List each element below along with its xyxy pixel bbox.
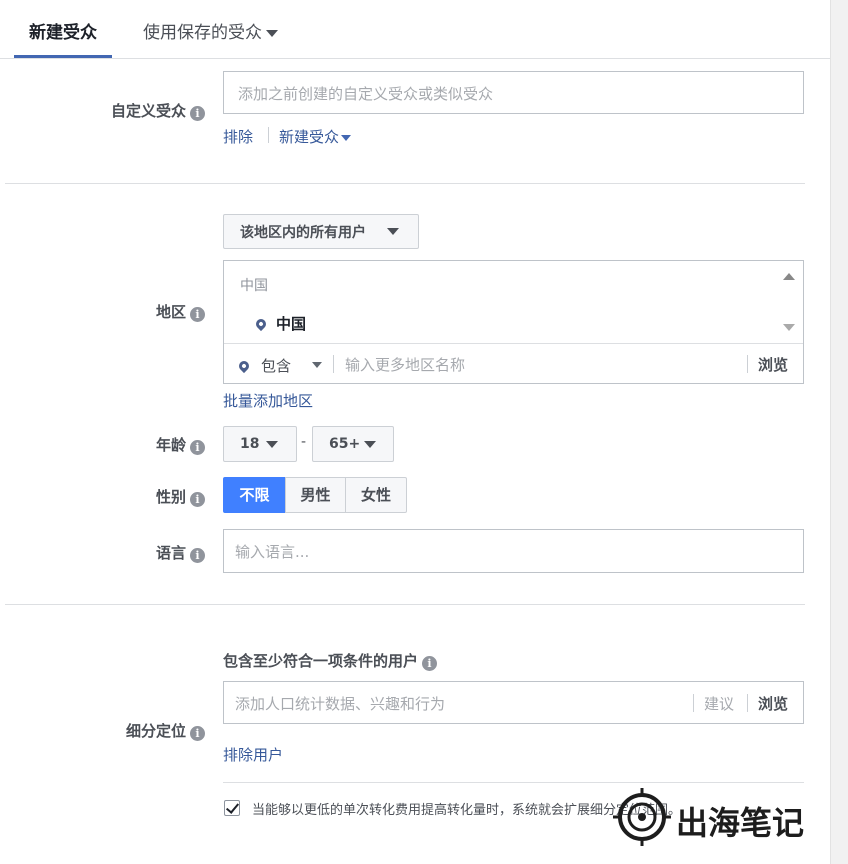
chevron-down-icon [387, 228, 399, 235]
info-icon[interactable]: i [190, 106, 205, 121]
gender-option-female[interactable]: 女性 [345, 477, 407, 513]
watermark-text: 出海笔记 [676, 804, 805, 842]
section-divider [223, 782, 804, 783]
chevron-down-icon [364, 441, 376, 448]
chevron-down-icon [266, 29, 278, 37]
selected-location-label: 中国 [276, 315, 307, 333]
separator [693, 694, 694, 712]
detailed-targeting-placeholder: 添加人口统计数据、兴趣和行为 [235, 695, 446, 713]
location-box: 中国 中国 包含 输入更多地区名称 浏览 [223, 260, 804, 384]
chevron-down-icon [266, 441, 278, 448]
separator [747, 355, 748, 373]
language-label: 语言 i [0, 542, 205, 563]
tab-saved-audience[interactable]: 使用保存的受众 [143, 18, 278, 58]
info-icon[interactable]: i [190, 548, 205, 563]
separator [747, 694, 748, 712]
location-pin-icon [253, 316, 269, 332]
page-scrollbar[interactable] [830, 0, 848, 864]
info-icon[interactable]: i [190, 492, 205, 507]
scroll-down-icon[interactable] [783, 324, 795, 331]
separator [333, 355, 334, 373]
info-icon[interactable]: i [190, 440, 205, 455]
compass-logo-icon [613, 788, 671, 846]
gender-option-all[interactable]: 不限 [223, 477, 286, 513]
info-icon[interactable]: i [190, 307, 205, 322]
separator [268, 127, 269, 143]
check-icon [225, 800, 240, 814]
exclude-people-link[interactable]: 排除用户 [223, 744, 283, 765]
custom-audience-input[interactable]: 添加之前创建的自定义受众或类似受众 [223, 71, 804, 114]
section-divider [5, 183, 805, 184]
age-min-dropdown[interactable]: 18 [223, 426, 297, 462]
location-country-header: 中国 [240, 278, 268, 294]
language-placeholder: 输入语言... [235, 543, 310, 561]
section-divider [5, 604, 805, 605]
custom-audience-placeholder: 添加之前创建的自定义受众或类似受众 [238, 85, 494, 103]
location-scope-label: 该地区内的所有用户 [240, 224, 366, 241]
age-label: 年龄 i [0, 434, 205, 455]
info-icon[interactable]: i [190, 726, 205, 741]
suggestions-button[interactable]: 建议 [704, 693, 734, 714]
gender-label: 性别 i [0, 486, 205, 507]
tab-new-audience[interactable]: 新建受众 [14, 18, 112, 58]
age-max-value: 65+ [329, 436, 361, 452]
scroll-up-icon[interactable] [783, 273, 795, 280]
detailed-targeting-input[interactable]: 添加人口统计数据、兴趣和行为 建议 浏览 [223, 681, 804, 724]
tab-new-audience-label: 新建受众 [29, 23, 97, 43]
chevron-down-icon [341, 134, 352, 141]
custom-audience-label: 自定义受众 i [0, 100, 205, 121]
location-label: 地区 i [0, 301, 205, 322]
info-icon[interactable]: i [422, 656, 438, 671]
detailed-targeting-browse-button[interactable]: 浏览 [758, 693, 788, 714]
location-browse-button[interactable]: 浏览 [758, 354, 788, 375]
chevron-down-icon [312, 362, 322, 368]
location-search-input[interactable]: 输入更多地区名称 [345, 354, 465, 375]
include-criteria-header: 包含至少符合一项条件的用户 i [223, 650, 438, 671]
tab-saved-audience-label: 使用保存的受众 [143, 23, 262, 43]
age-min-value: 18 [240, 436, 260, 452]
gender-option-male[interactable]: 男性 [285, 477, 346, 513]
age-max-dropdown[interactable]: 65+ [312, 426, 394, 462]
location-scope-dropdown[interactable]: 该地区内的所有用户 [223, 214, 419, 249]
expansion-checkbox[interactable] [224, 800, 240, 816]
detailed-targeting-label: 细分定位 i [0, 720, 205, 741]
watermark: 出海笔记 [612, 786, 822, 848]
create-new-audience-link[interactable]: 新建受众 [279, 126, 352, 147]
include-label: 包含 [261, 357, 292, 375]
location-pin-icon [236, 358, 252, 374]
language-input[interactable]: 输入语言... [223, 529, 804, 573]
location-inner-divider [224, 343, 803, 344]
audience-tabs: 新建受众 使用保存的受众 [0, 0, 830, 59]
age-separator: - [301, 434, 307, 450]
bulk-add-locations-link[interactable]: 批量添加地区 [223, 390, 313, 411]
exclude-link[interactable]: 排除 [223, 126, 253, 147]
